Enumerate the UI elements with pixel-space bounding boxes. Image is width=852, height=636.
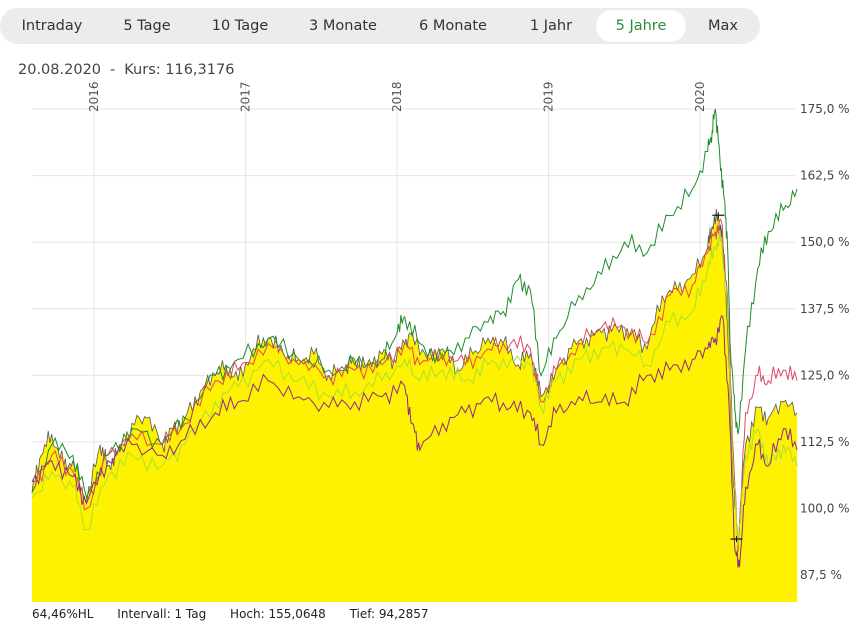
y-tick-label: 162,5 % xyxy=(800,169,850,183)
y-tick-label: 175,0 % xyxy=(800,102,850,116)
y-tick-label: 112,5 % xyxy=(800,435,850,449)
x-tick-label: 2016 xyxy=(87,81,101,112)
x-axis-ticks: 2016 2017 2018 2019 2020 xyxy=(87,81,707,112)
x-tick-label: 2019 xyxy=(542,81,556,112)
y-tick-label: 125,0 % xyxy=(800,368,850,382)
footer-hoch: Hoch: 155,0648 xyxy=(230,607,326,621)
x-tick-label: 2018 xyxy=(390,81,404,112)
chart-footer: 64,46%HL Intervall: 1 Tag Hoch: 155,0648… xyxy=(32,607,449,621)
footer-tief: Tief: 94,2857 xyxy=(349,607,429,621)
x-tick-label: 2020 xyxy=(693,81,707,112)
y-tick-label: 150,0 % xyxy=(800,235,850,249)
footer-intervall: Intervall: 1 Tag xyxy=(117,607,207,621)
y-axis-ticks: 175,0 % 162,5 % 150,0 % 137,5 % 125,0 % 112,5… xyxy=(800,102,850,582)
price-chart[interactable]: 2016 2017 2018 2019 2020 175,0 % 162,5 % 150,0… xyxy=(0,0,852,636)
y-tick-label: 100,0 % xyxy=(800,502,850,516)
series-area xyxy=(32,208,798,603)
footer-hl: 64,46%HL xyxy=(32,607,94,621)
x-tick-label: 2017 xyxy=(239,81,253,112)
y-tick-label: 137,5 % xyxy=(800,302,850,316)
chart-series xyxy=(31,108,798,603)
y-tick-label: 87,5 % xyxy=(800,568,842,582)
